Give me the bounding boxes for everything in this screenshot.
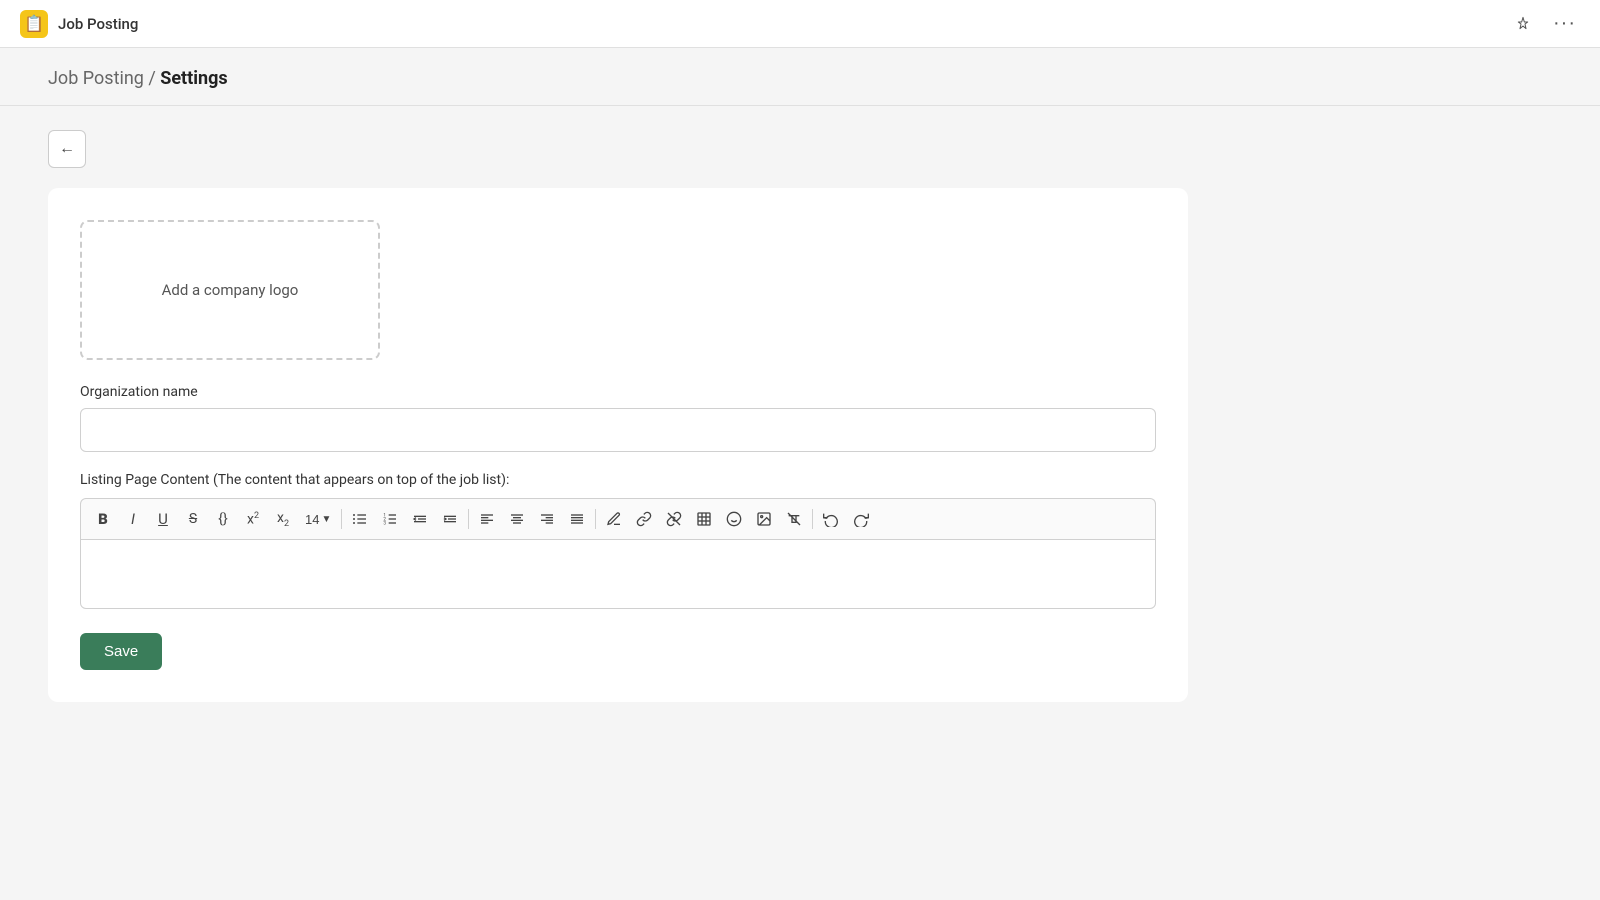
ordered-list-button[interactable]: 1 2 3 (376, 505, 404, 533)
font-size-value: 14 (305, 512, 319, 527)
clear-format-button[interactable] (780, 505, 808, 533)
toolbar-divider-3 (595, 509, 596, 529)
code-block-button[interactable]: {} (209, 505, 237, 533)
emoji-icon (726, 511, 742, 527)
logo-upload-area[interactable]: Add a company logo (80, 220, 380, 360)
ul-icon (352, 511, 368, 527)
listing-content-field: Listing Page Content (The content that a… (80, 472, 1156, 609)
pin-button[interactable] (1511, 12, 1535, 36)
rte-toolbar: B I U S {} x2 (80, 498, 1156, 539)
pin-icon (1515, 16, 1531, 32)
org-name-label: Organization name (80, 384, 1156, 400)
listing-content-label: Listing Page Content (The content that a… (80, 472, 1156, 488)
align-right-icon (539, 511, 555, 527)
indent-increase-button[interactable] (436, 505, 464, 533)
undo-button[interactable] (817, 505, 845, 533)
toolbar-divider-4 (812, 509, 813, 529)
back-arrow-icon: ← (59, 140, 75, 158)
toolbar-divider-1 (341, 509, 342, 529)
align-left-icon (479, 511, 495, 527)
app-title: Job Posting (58, 15, 138, 33)
save-button[interactable]: Save (80, 633, 162, 670)
main-content: ← Add a company logo Organization name L… (0, 106, 1600, 898)
redo-icon (853, 511, 869, 527)
more-button[interactable]: ··· (1549, 8, 1580, 39)
indent-increase-icon (442, 511, 458, 527)
top-bar-left: 📋 Job Posting (20, 10, 138, 38)
align-center-button[interactable] (503, 505, 531, 533)
italic-button[interactable]: I (119, 505, 147, 533)
app-icon: 📋 (20, 10, 48, 38)
toolbar-divider-2 (468, 509, 469, 529)
breadcrumb-current: Settings (160, 68, 227, 89)
clear-format-icon (786, 511, 802, 527)
align-center-icon (509, 511, 525, 527)
org-name-input[interactable] (80, 408, 1156, 452)
svg-text:3: 3 (384, 520, 387, 526)
align-justify-button[interactable] (563, 505, 591, 533)
unlink-button[interactable] (660, 505, 688, 533)
image-button[interactable] (750, 505, 778, 533)
indent-decrease-button[interactable] (406, 505, 434, 533)
breadcrumb-bar: Job Posting / Settings (0, 48, 1600, 106)
breadcrumb-parent: Job Posting (48, 68, 144, 89)
highlight-icon (606, 511, 622, 527)
org-name-field: Organization name (80, 384, 1156, 472)
top-bar-right: ··· (1511, 8, 1580, 39)
indent-decrease-icon (412, 511, 428, 527)
link-icon (636, 511, 652, 527)
emoji-button[interactable] (720, 505, 748, 533)
table-icon (696, 511, 712, 527)
more-dots-icon: ··· (1553, 12, 1576, 35)
redo-button[interactable] (847, 505, 875, 533)
rte-editor-area[interactable] (80, 539, 1156, 609)
form-card: Add a company logo Organization name Lis… (48, 188, 1188, 702)
undo-icon (823, 511, 839, 527)
superscript-button[interactable]: x2 (239, 505, 267, 533)
highlight-button[interactable] (600, 505, 628, 533)
table-button[interactable] (690, 505, 718, 533)
logo-upload-label: Add a company logo (162, 281, 299, 299)
top-bar: 📋 Job Posting ··· (0, 0, 1600, 48)
align-left-button[interactable] (473, 505, 501, 533)
underline-button[interactable]: U (149, 505, 177, 533)
unlink-icon (666, 511, 682, 527)
breadcrumb: Job Posting / Settings (48, 68, 1552, 89)
image-icon (756, 511, 772, 527)
ol-icon: 1 2 3 (382, 511, 398, 527)
font-size-select[interactable]: 14 ▼ (299, 509, 337, 530)
align-right-button[interactable] (533, 505, 561, 533)
link-button[interactable] (630, 505, 658, 533)
align-justify-icon (569, 511, 585, 527)
strikethrough-button[interactable]: S (179, 505, 207, 533)
unordered-list-button[interactable] (346, 505, 374, 533)
subscript-button[interactable]: x2 (269, 505, 297, 533)
back-button[interactable]: ← (48, 130, 86, 168)
font-size-chevron: ▼ (321, 514, 331, 525)
bold-button[interactable]: B (89, 505, 117, 533)
